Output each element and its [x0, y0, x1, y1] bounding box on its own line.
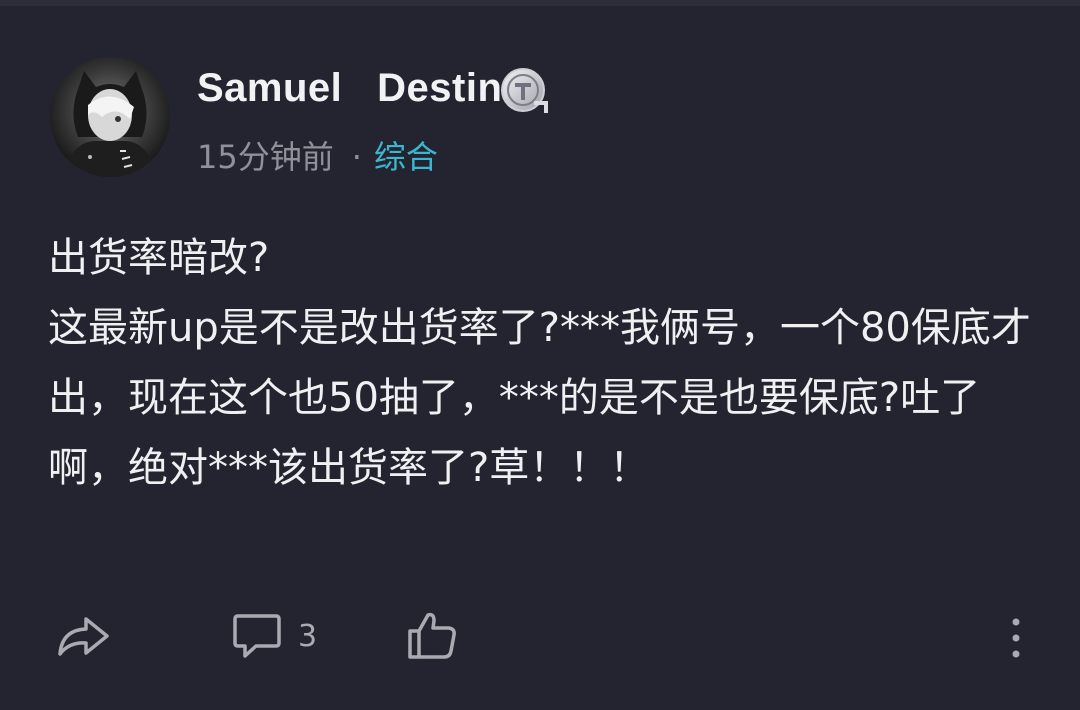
share-icon: [58, 617, 109, 656]
post-content: 这最新up是不是改出货率了?***我俩号，一个80保底才出，现在这个也50抽了，…: [48, 305, 1031, 491]
more-options-button[interactable]: [1006, 612, 1026, 664]
post-meta: 15分钟前 · 综合: [197, 132, 438, 178]
comment-button[interactable]: 3: [232, 610, 317, 662]
post-body[interactable]: 出货率暗改? 这最新up是不是改出货率了?***我俩号，一个80保底才出，现在这…: [48, 223, 1038, 503]
post-title: 出货率暗改?: [48, 235, 270, 281]
thumbs-up-icon: [408, 612, 456, 659]
more-vertical-icon: [1012, 618, 1020, 658]
avatar[interactable]: [50, 57, 170, 177]
meta-separator: ·: [351, 138, 362, 176]
post-time: 15分钟前: [197, 138, 334, 176]
like-button[interactable]: [406, 610, 458, 662]
post-category-link[interactable]: 综合: [374, 138, 438, 176]
t-level-badge-icon: [500, 67, 550, 115]
top-divider: [0, 0, 1080, 6]
username[interactable]: Samuel Destin: [197, 66, 502, 111]
comment-count: 3: [298, 618, 318, 654]
comment-icon: [233, 614, 281, 658]
avatar-image: [64, 71, 156, 177]
share-button[interactable]: [56, 610, 110, 662]
